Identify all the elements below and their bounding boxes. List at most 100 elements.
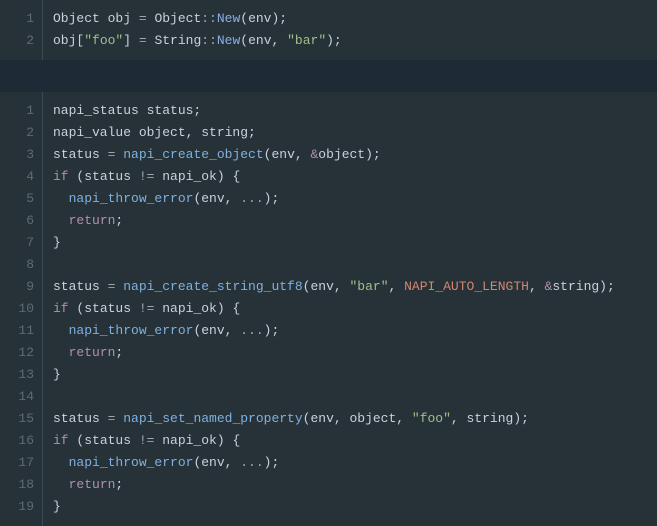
- code-line: }: [53, 232, 647, 254]
- code-line: [53, 386, 647, 408]
- code-line: Object obj = Object::New(env);: [53, 8, 647, 30]
- line-number: 2: [12, 30, 34, 52]
- code-line: }: [53, 496, 647, 518]
- code-token: obj: [100, 11, 139, 26]
- code-area[interactable]: napi_status status; napi_value object, st…: [42, 92, 657, 526]
- code-token: ...: [240, 323, 263, 338]
- code-token: );: [264, 323, 280, 338]
- code-token: (status: [69, 169, 139, 184]
- code-token: (: [240, 11, 248, 26]
- code-token: return: [69, 213, 116, 228]
- code-line: return;: [53, 474, 647, 496]
- line-number: 9: [12, 276, 34, 298]
- code-token: );: [264, 191, 280, 206]
- code-line: status = napi_set_named_property(env, ob…: [53, 408, 647, 430]
- code-token: ]: [123, 33, 139, 48]
- code-token: "bar": [287, 33, 326, 48]
- code-token: New: [217, 11, 240, 26]
- code-token: (env,: [193, 323, 240, 338]
- code-token: napi_set_named_property: [123, 411, 302, 426]
- code-token: env,: [248, 33, 287, 48]
- code-token: [53, 257, 61, 272]
- line-number: 1: [12, 100, 34, 122]
- code-token: napi_status status;: [53, 103, 201, 118]
- code-token: );: [264, 455, 280, 470]
- code-token: [53, 345, 69, 360]
- code-token: (env,: [303, 279, 350, 294]
- code-document: 12Object obj = Object::New(env);obj["foo…: [0, 0, 657, 526]
- code-line: status = napi_create_object(env, &object…: [53, 144, 647, 166]
- code-token: env: [248, 11, 271, 26]
- code-token: string);: [552, 279, 614, 294]
- line-number: 8: [12, 254, 34, 276]
- code-token: [53, 389, 61, 404]
- code-token: =: [139, 11, 147, 26]
- code-token: }: [53, 499, 61, 514]
- code-token: status: [53, 279, 108, 294]
- line-number: 3: [12, 144, 34, 166]
- code-token: napi_ok) {: [154, 301, 240, 316]
- line-number: 10: [12, 298, 34, 320]
- code-token: ,: [389, 279, 405, 294]
- code-block-2: 12345678910111213141516171819napi_status…: [0, 92, 657, 526]
- code-token: , string);: [451, 411, 529, 426]
- line-number-gutter: 12345678910111213141516171819: [0, 92, 42, 526]
- line-number: 7: [12, 232, 34, 254]
- code-token: );: [326, 33, 342, 48]
- code-token: [53, 191, 69, 206]
- code-token: ;: [115, 213, 123, 228]
- code-token: napi_create_string_utf8: [123, 279, 302, 294]
- code-token: !=: [139, 433, 155, 448]
- code-line: obj["foo"] = String::New(env, "bar");: [53, 30, 647, 52]
- code-line: napi_status status;: [53, 100, 647, 122]
- code-block-1: 12Object obj = Object::New(env);obj["foo…: [0, 0, 657, 60]
- code-token: napi_ok) {: [154, 433, 240, 448]
- code-token: (status: [69, 301, 139, 316]
- line-number: 2: [12, 122, 34, 144]
- code-token: ;: [115, 477, 123, 492]
- code-token: }: [53, 235, 61, 250]
- code-line: if (status != napi_ok) {: [53, 298, 647, 320]
- code-token: napi_create_object: [123, 147, 263, 162]
- code-line: napi_value object, string;: [53, 122, 647, 144]
- line-number: 6: [12, 210, 34, 232]
- line-number: 17: [12, 452, 34, 474]
- code-line: return;: [53, 210, 647, 232]
- code-token: ...: [240, 455, 263, 470]
- code-token: ;: [115, 345, 123, 360]
- code-token: "foo": [84, 33, 123, 48]
- code-token: String: [147, 33, 202, 48]
- code-token: );: [271, 11, 287, 26]
- code-line: if (status != napi_ok) {: [53, 166, 647, 188]
- code-token: Object: [53, 11, 100, 26]
- code-token: if: [53, 301, 69, 316]
- code-token: [53, 323, 69, 338]
- code-token: status: [53, 147, 108, 162]
- line-number: 12: [12, 342, 34, 364]
- code-token: napi_throw_error: [69, 455, 194, 470]
- code-token: !=: [139, 169, 155, 184]
- code-token: (env,: [193, 191, 240, 206]
- code-token: New: [217, 33, 240, 48]
- line-number: 15: [12, 408, 34, 430]
- code-line: [53, 254, 647, 276]
- code-token: (status: [69, 433, 139, 448]
- line-number: 1: [12, 8, 34, 30]
- code-token: status: [53, 411, 108, 426]
- code-line: napi_throw_error(env, ...);: [53, 452, 647, 474]
- code-token: "foo": [412, 411, 451, 426]
- code-line: napi_throw_error(env, ...);: [53, 188, 647, 210]
- code-token: Object: [147, 11, 202, 26]
- code-token: object);: [318, 147, 380, 162]
- line-number: 19: [12, 496, 34, 518]
- code-token: return: [69, 477, 116, 492]
- code-token: ::: [201, 11, 217, 26]
- code-token: if: [53, 433, 69, 448]
- line-number: 5: [12, 188, 34, 210]
- code-token: }: [53, 367, 61, 382]
- code-token: napi_throw_error: [69, 323, 194, 338]
- code-area[interactable]: Object obj = Object::New(env);obj["foo"]…: [42, 0, 657, 60]
- code-token: NAPI_AUTO_LENGTH: [404, 279, 529, 294]
- code-token: ::: [201, 33, 217, 48]
- code-token: napi_value object, string;: [53, 125, 256, 140]
